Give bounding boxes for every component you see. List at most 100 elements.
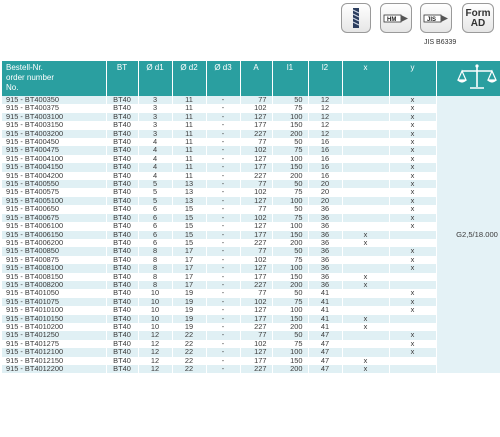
- cell-d1: 8: [138, 255, 173, 265]
- cell-a: 227: [240, 322, 273, 332]
- col-header-l2: l2: [308, 61, 343, 96]
- cell-x: x: [342, 322, 390, 332]
- cell-d1: 4: [138, 163, 173, 172]
- table-row: 915 - BT400875 BT40 8 17-102 75 36 x: [2, 255, 500, 265]
- jis-label: JIS: [427, 17, 436, 23]
- cell-y: x: [389, 171, 437, 181]
- cell-d1: 12: [138, 339, 173, 349]
- cell-l2: 36: [308, 230, 343, 239]
- cell-bt: BT40: [106, 322, 139, 332]
- cell-d3: -: [206, 222, 241, 231]
- cell-x: x: [342, 230, 390, 239]
- cell-l1: 200: [272, 280, 309, 290]
- cell-bt: BT40: [106, 356, 139, 365]
- cell-l2: 41: [308, 314, 343, 323]
- cell-y: x: [389, 138, 437, 147]
- table-row: 915 - BT401075 BT40 10 19-102 75 41 x: [2, 297, 500, 307]
- cell-d1: 4: [138, 171, 173, 181]
- col-header-d2: Ø d2: [172, 61, 207, 96]
- cell-x: [342, 297, 390, 307]
- cell-x: [342, 306, 390, 315]
- cell-bt: BT40: [106, 138, 139, 147]
- cell-d2: 17: [172, 247, 207, 256]
- cell-a: 77: [240, 138, 273, 147]
- col-header-art: Bestell-Nr. order number No.: [2, 61, 107, 96]
- cell-d2: 22: [172, 356, 207, 365]
- cell-d3: -: [206, 230, 241, 239]
- cell-x: [342, 205, 390, 214]
- cell-l1: 50: [272, 205, 309, 214]
- cell-bt: BT40: [106, 154, 139, 164]
- cell-d2: 11: [172, 163, 207, 172]
- table-row: 915 - BT4008100 BT40 8 17-127 100 36 x: [2, 264, 500, 273]
- table-row: 915 - BT4003100 BT40 3 11-127 100 12 x: [2, 112, 500, 122]
- cell-x: [342, 289, 390, 298]
- cell-d1: 6: [138, 222, 173, 231]
- cell-d3: -: [206, 180, 241, 189]
- cell-y: [389, 280, 437, 290]
- table-header: Bestell-Nr. order number No. BT Ø d1 Ø d…: [2, 61, 500, 96]
- price-note: G2,5/18.000: [436, 96, 500, 374]
- cell-art: 915 - BT400850: [2, 247, 107, 256]
- cell-d2: 13: [172, 180, 207, 189]
- cell-l2: 20: [308, 188, 343, 197]
- cell-d3: -: [206, 154, 241, 164]
- cell-d2: 15: [172, 238, 207, 248]
- table-row: 915 - BT4010200 BT40 10 19-227 200 41 x: [2, 322, 500, 332]
- cell-x: [342, 180, 390, 189]
- cell-l1: 100: [272, 348, 309, 357]
- cell-d1: 10: [138, 297, 173, 307]
- cell-d2: 15: [172, 230, 207, 239]
- cell-l2: 12: [308, 96, 343, 105]
- icon-bar: HM JIS Form AD JIS B6339: [0, 0, 500, 60]
- cell-a: 127: [240, 112, 273, 122]
- cell-l2: 36: [308, 222, 343, 231]
- table-row: 915 - BT400475 BT40 4 11-102 75 16 x: [2, 146, 500, 155]
- cell-d2: 19: [172, 314, 207, 323]
- cell-l2: 47: [308, 365, 343, 374]
- cell-a: 127: [240, 222, 273, 231]
- cell-l2: 41: [308, 322, 343, 332]
- cell-d3: -: [206, 272, 241, 281]
- cell-d3: -: [206, 314, 241, 323]
- cell-a: 102: [240, 339, 273, 349]
- cell-d2: 11: [172, 171, 207, 181]
- cell-bt: BT40: [106, 339, 139, 349]
- cell-d1: 6: [138, 238, 173, 248]
- cell-d2: 17: [172, 264, 207, 273]
- table-row: 915 - BT400550 BT40 5 13-77 50 20 x: [2, 180, 500, 189]
- cell-l2: 16: [308, 163, 343, 172]
- cell-l1: 50: [272, 289, 309, 298]
- cell-l2: 36: [308, 264, 343, 273]
- cell-y: [389, 365, 437, 374]
- cell-art: 915 - BT4006150: [2, 230, 107, 239]
- cell-d1: 12: [138, 356, 173, 365]
- cell-d1: 3: [138, 104, 173, 113]
- table-row: 915 - BT4012100 BT40 12 22-127 100 47 x: [2, 348, 500, 357]
- cell-art: 915 - BT4010200: [2, 322, 107, 332]
- cell-x: [342, 112, 390, 122]
- cell-a: 102: [240, 188, 273, 197]
- cell-d1: 3: [138, 121, 173, 130]
- cell-a: 177: [240, 356, 273, 365]
- cell-d2: 11: [172, 112, 207, 122]
- cell-y: x: [389, 129, 437, 139]
- cell-d1: 4: [138, 146, 173, 155]
- cell-l1: 75: [272, 146, 309, 155]
- cell-a: 177: [240, 272, 273, 281]
- cell-art: 915 - BT400550: [2, 180, 107, 189]
- cell-d2: 11: [172, 104, 207, 113]
- cell-bt: BT40: [106, 222, 139, 231]
- cell-d1: 10: [138, 289, 173, 298]
- cell-x: [342, 154, 390, 164]
- product-table: Bestell-Nr. order number No. BT Ø d1 Ø d…: [2, 61, 500, 374]
- cell-art: 915 - BT401050: [2, 289, 107, 298]
- cell-l1: 50: [272, 180, 309, 189]
- cell-l1: 75: [272, 188, 309, 197]
- cell-bt: BT40: [106, 255, 139, 265]
- cell-l2: 36: [308, 255, 343, 265]
- col-header-y: y: [389, 61, 437, 96]
- table-row: 915 - BT4012200 BT40 12 22-227 200 47 x: [2, 365, 500, 374]
- table-row: 915 - BT4005100 BT40 5 13-127 100 20 x: [2, 196, 500, 206]
- cell-l1: 100: [272, 112, 309, 122]
